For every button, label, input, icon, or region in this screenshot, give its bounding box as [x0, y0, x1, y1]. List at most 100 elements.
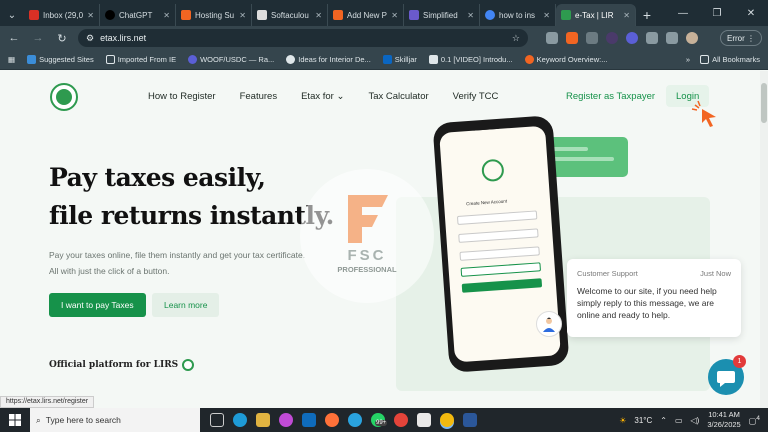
- bookmark-star-icon[interactable]: ☆: [512, 33, 520, 44]
- volume-icon[interactable]: ◁): [691, 416, 700, 425]
- url-omnibox[interactable]: ⚙ etax.lirs.net ☆: [78, 29, 528, 47]
- tab-5[interactable]: Simplified ✕: [404, 4, 480, 26]
- close-window-icon[interactable]: ✕: [734, 8, 768, 19]
- customer-support-popup[interactable]: Customer Support Just Now Welcome to our…: [567, 259, 741, 337]
- tab-search-chevron-icon[interactable]: ⌄: [0, 4, 24, 26]
- download-icon[interactable]: [666, 32, 678, 44]
- pay-taxes-button[interactable]: I want to pay Taxes: [49, 293, 146, 317]
- chrome-active-icon[interactable]: [440, 413, 454, 427]
- hero-headline: Pay taxes easily, file returns instantly…: [49, 159, 334, 235]
- phone-screen-button: [461, 278, 543, 293]
- tab-1[interactable]: ChatGPT ✕: [100, 4, 176, 26]
- profile-avatar[interactable]: [686, 32, 698, 44]
- error-button[interactable]: Error ⋮: [719, 30, 762, 46]
- start-button[interactable]: [0, 408, 30, 432]
- extensions: [546, 32, 698, 44]
- watermark-fsc-text: FSC: [347, 247, 387, 264]
- notifications-icon[interactable]: ▢4: [749, 415, 760, 426]
- gmail-icon: [29, 10, 39, 20]
- taskbar-search[interactable]: ⌕ Type here to search: [30, 408, 200, 432]
- tab-0[interactable]: Inbox (29,0 ✕: [24, 4, 100, 26]
- close-icon[interactable]: ✕: [623, 11, 630, 20]
- tab-7-active[interactable]: e-Tax | LIR ✕: [556, 4, 636, 26]
- tray-chevron-icon[interactable]: ⌃: [660, 416, 667, 425]
- restore-icon[interactable]: ❐: [700, 8, 734, 19]
- bookmarks-more-button[interactable]: »: [686, 55, 690, 64]
- extension-icon[interactable]: [586, 32, 598, 44]
- copilot-icon[interactable]: [279, 413, 293, 427]
- address-bar: ← → ↻ ⚙ etax.lirs.net ☆ Error ⋮: [0, 26, 768, 50]
- hosting-icon: [181, 10, 191, 20]
- site-info-icon[interactable]: ⚙: [86, 33, 94, 44]
- extension-icon[interactable]: [626, 32, 638, 44]
- lirs-logo[interactable]: [50, 83, 78, 111]
- network-icon[interactable]: ▭: [675, 416, 683, 425]
- clock[interactable]: 10:41 AM 3/26/2025: [707, 410, 740, 430]
- all-bookmarks-button[interactable]: All Bookmarks: [700, 55, 760, 64]
- word-icon[interactable]: [463, 413, 477, 427]
- close-icon[interactable]: ✕: [239, 11, 246, 20]
- edge-icon[interactable]: [233, 413, 247, 427]
- bookmark-item[interactable]: Suggested Sites: [27, 55, 94, 64]
- tab-2[interactable]: Hosting Su ✕: [176, 4, 252, 26]
- bookmark-item[interactable]: Imported From IE: [105, 55, 176, 64]
- scrollbar-thumb[interactable]: [761, 83, 767, 123]
- back-icon[interactable]: ←: [6, 32, 22, 44]
- tab-strip: ⌄ Inbox (29,0 ✕ ChatGPT ✕ Hosting Su ✕ Soft…: [0, 0, 768, 26]
- extension-icon[interactable]: [546, 32, 558, 44]
- close-icon[interactable]: ✕: [87, 11, 94, 20]
- chat-launcher-button[interactable]: 1: [708, 355, 746, 395]
- temperature[interactable]: 31°C: [634, 416, 652, 425]
- learn-more-button[interactable]: Learn more: [152, 293, 220, 317]
- close-icon[interactable]: ✕: [467, 11, 474, 20]
- store-icon[interactable]: [256, 413, 270, 427]
- nav-verify-tcc[interactable]: Verify TCC: [453, 91, 499, 102]
- taskbar: ⌕ Type here to search 99+ ☀ 31°C ⌃ ▭ ◁) …: [0, 408, 768, 432]
- new-tab-button[interactable]: +: [636, 4, 658, 26]
- nav-etax-for[interactable]: Etax for ⌄: [301, 91, 344, 102]
- bookmark-item[interactable]: Keyword Overview:...: [524, 55, 607, 64]
- search-icon: ⌕: [36, 414, 41, 425]
- main-nav: How to Register Features Etax for ⌄ Tax …: [148, 91, 498, 102]
- windows-icon: [9, 414, 21, 426]
- tab-4[interactable]: Add New P ✕: [328, 4, 404, 26]
- firefox-icon[interactable]: [325, 413, 339, 427]
- bookmark-item[interactable]: Skilljar: [382, 55, 417, 64]
- bookmark-item[interactable]: Ideas for Interior De...: [286, 55, 371, 64]
- apps-grid-icon[interactable]: ▦: [8, 55, 15, 64]
- chrome-icon[interactable]: [394, 413, 408, 427]
- close-icon[interactable]: ✕: [391, 11, 398, 20]
- telegram-icon[interactable]: [348, 413, 362, 427]
- phone-field: [458, 228, 539, 243]
- globe-icon: [286, 55, 296, 64]
- puzzle-icon[interactable]: [646, 32, 658, 44]
- close-icon[interactable]: ✕: [543, 11, 550, 20]
- nav-tax-calculator[interactable]: Tax Calculator: [368, 91, 428, 102]
- forward-icon[interactable]: →: [30, 32, 46, 44]
- chatgpt-icon: [105, 10, 115, 20]
- whatsapp-icon[interactable]: 99+: [371, 413, 388, 427]
- extension-icon[interactable]: [606, 32, 618, 44]
- outlook-icon[interactable]: [302, 413, 316, 427]
- fsc-logo-icon: [348, 195, 388, 243]
- tab-6[interactable]: how to ins ✕: [480, 4, 556, 26]
- bookmark-item[interactable]: WOOF/USDC — Ra...: [188, 55, 274, 64]
- bookmark-item[interactable]: 0.1 [VIDEO] Introdu...: [428, 55, 513, 64]
- tab-3[interactable]: Softaculou ✕: [252, 4, 328, 26]
- extension-icon[interactable]: [566, 32, 578, 44]
- page-scrollbar[interactable]: [760, 71, 768, 408]
- minimize-icon[interactable]: —: [666, 8, 700, 19]
- nav-how-to-register[interactable]: How to Register: [148, 91, 216, 102]
- linkedin-icon: [382, 55, 392, 64]
- reload-icon[interactable]: ↻: [54, 32, 70, 45]
- close-icon[interactable]: ✕: [163, 11, 170, 20]
- nav-features[interactable]: Features: [240, 91, 278, 102]
- weather-icon[interactable]: ☀: [619, 416, 626, 425]
- slack-icon[interactable]: [417, 413, 431, 427]
- headline-line-1: Pay taxes easily,: [49, 163, 266, 192]
- task-view-icon[interactable]: [210, 413, 224, 427]
- register-taxpayer-link[interactable]: Register as Taxpayer: [566, 91, 655, 102]
- lirs-icon: [561, 10, 571, 20]
- lirs-seal-icon: [182, 359, 195, 371]
- close-icon[interactable]: ✕: [315, 11, 322, 20]
